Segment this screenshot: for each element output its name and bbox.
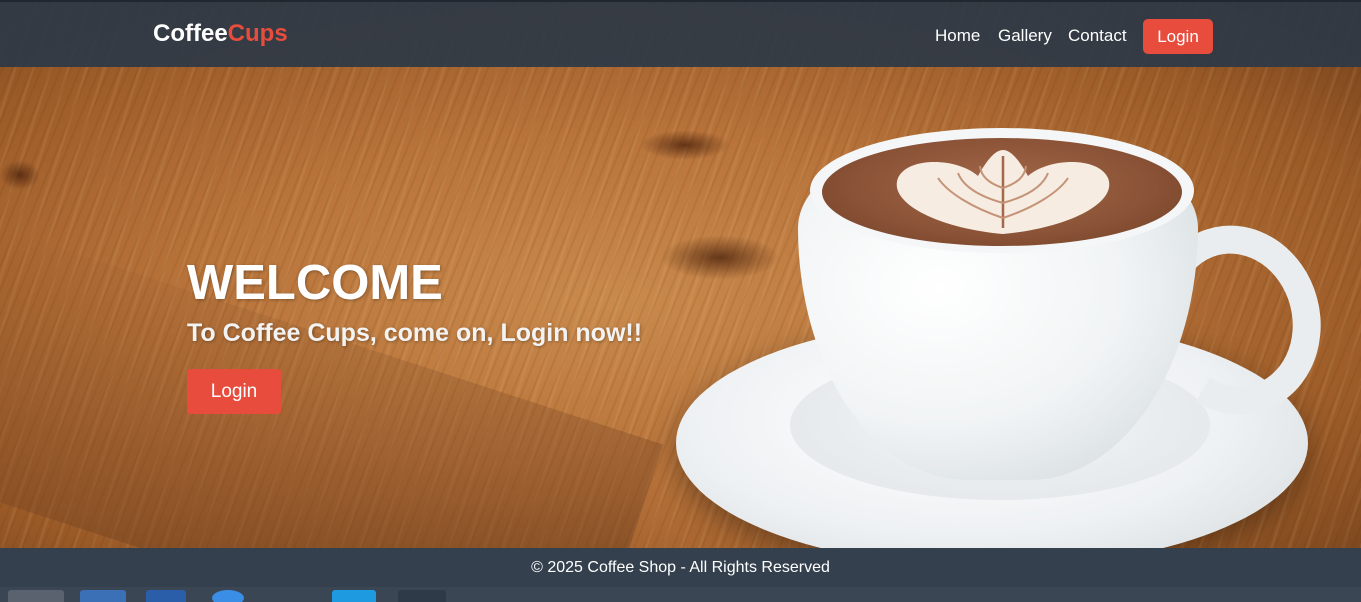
- navbar: CoffeeCups Home Gallery Contact Login: [0, 0, 1361, 67]
- footer: © 2025 Coffee Shop - All Rights Reserved: [0, 548, 1361, 587]
- editor-icon[interactable]: [212, 590, 244, 602]
- nav-login-button[interactable]: Login: [1143, 19, 1213, 54]
- wood-knot: [0, 160, 40, 190]
- browser-icon[interactable]: [146, 590, 186, 602]
- hero-subtitle: To Coffee Cups, come on, Login now!!: [187, 319, 643, 347]
- nav-link-home[interactable]: Home: [935, 26, 980, 46]
- brand-logo[interactable]: CoffeeCups: [153, 20, 288, 48]
- nav-link-contact[interactable]: Contact: [1068, 26, 1127, 46]
- brand-accent: Cups: [227, 20, 288, 47]
- hero-login-button[interactable]: Login: [187, 369, 281, 414]
- terminal-icon[interactable]: [332, 590, 376, 602]
- wood-knot: [640, 130, 730, 160]
- app-icon[interactable]: [80, 590, 126, 602]
- brand-name: Coffee: [153, 20, 228, 47]
- latte-art-icon: [896, 150, 1110, 234]
- wood-knot: [660, 235, 780, 280]
- files-icon[interactable]: [398, 590, 446, 602]
- os-taskbar: [0, 587, 1361, 602]
- hero-title: WELCOME: [187, 256, 443, 310]
- folder-icon[interactable]: [8, 590, 64, 602]
- footer-copyright: © 2025 Coffee Shop - All Rights Reserved: [531, 559, 830, 576]
- nav-link-gallery[interactable]: Gallery: [998, 26, 1052, 46]
